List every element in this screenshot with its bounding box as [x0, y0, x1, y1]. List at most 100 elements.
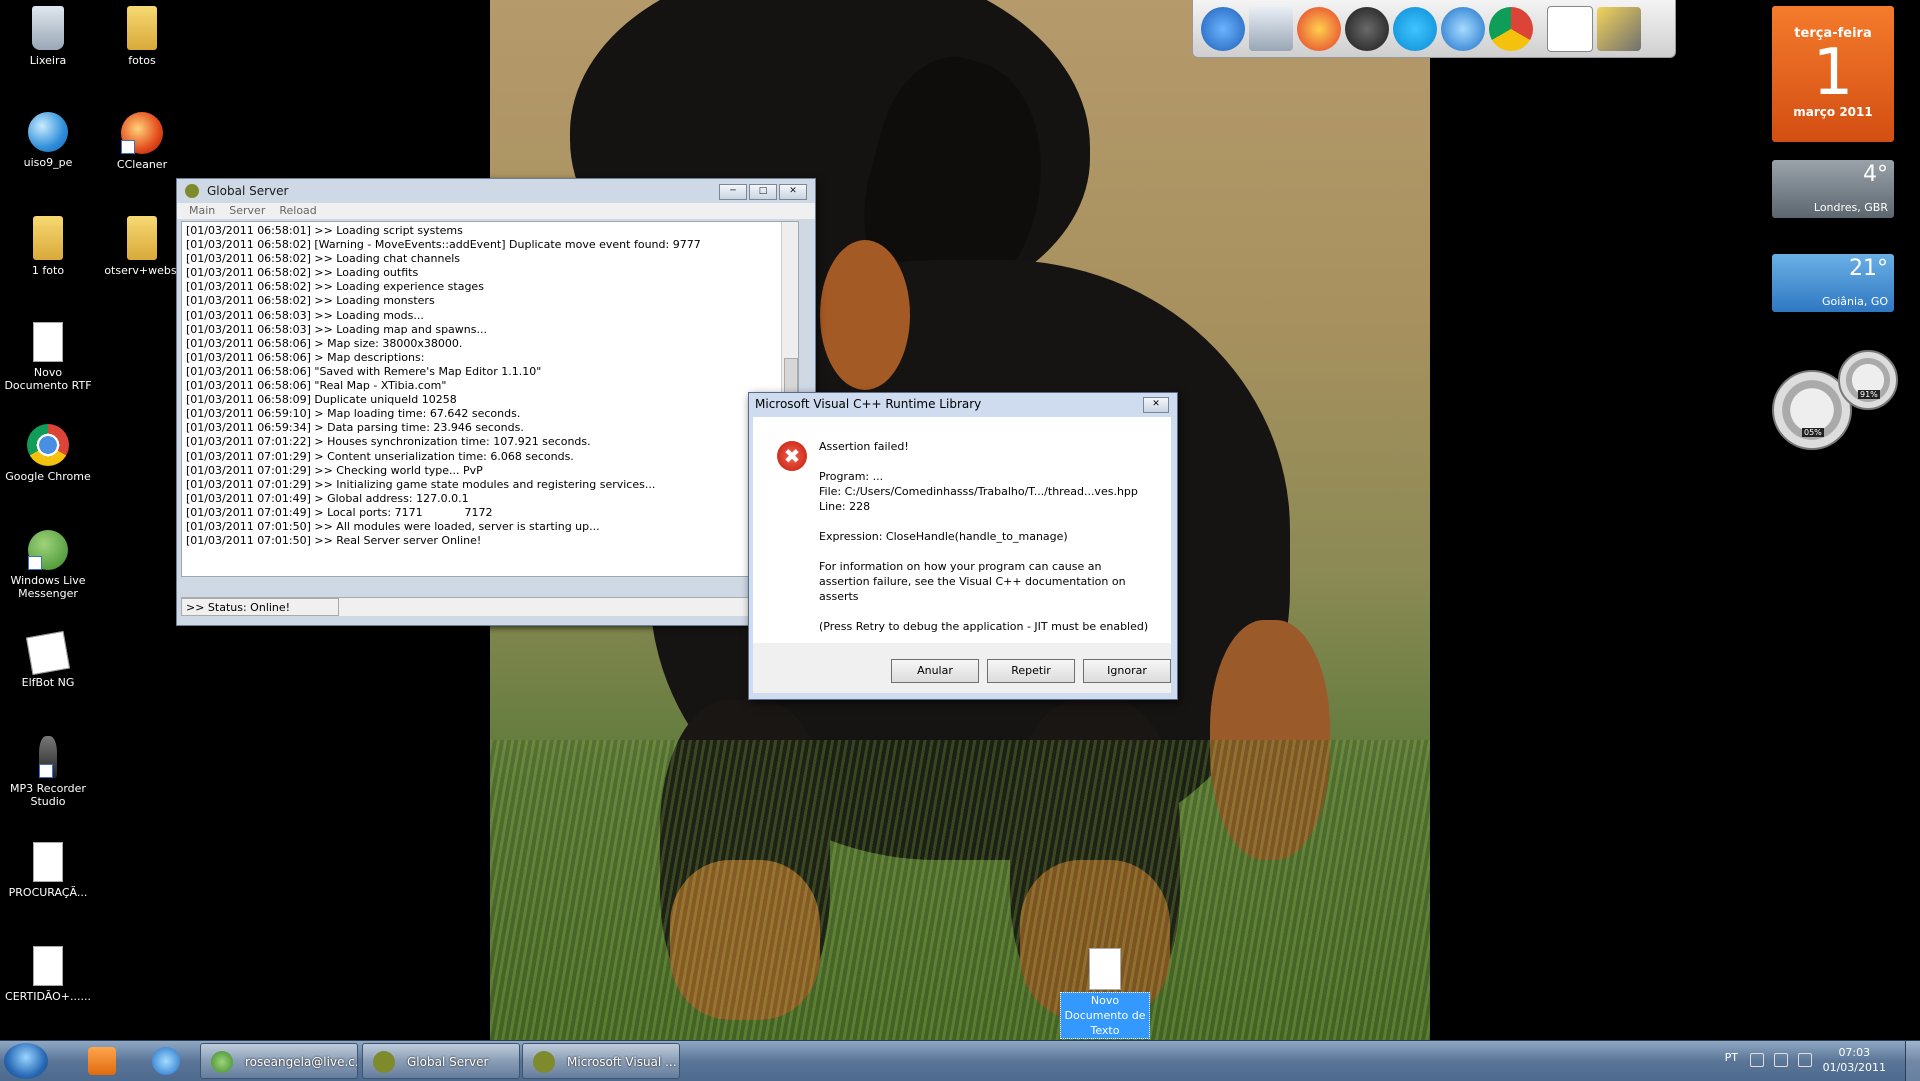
shortcut-arrow-icon — [121, 140, 135, 154]
contacts-icon[interactable] — [1345, 6, 1389, 51]
clock-time: 07:03 — [1838, 1046, 1871, 1059]
desktop-icon-recycle-bin[interactable]: Lixeira — [2, 6, 94, 67]
desktop-icon-procuracao[interactable]: PROCURAÇÃ... — [2, 842, 94, 899]
assertion-expression: Expression: CloseHandle(handle_to_manage… — [819, 530, 1068, 543]
show-desktop-button[interactable] — [1905, 1041, 1920, 1081]
folder-icon — [127, 216, 157, 260]
global-server-window[interactable]: Global Server ─ □ ✕ Main Server Reload [… — [176, 178, 816, 626]
recycle-bin-icon — [32, 6, 64, 50]
assertion-program: Program: ... — [819, 470, 884, 483]
desktop-icon-label: 1 foto — [31, 264, 65, 277]
status-bar: >> Status: Online! — [181, 597, 797, 616]
desktop-icon-label: CERTIDÃO+...... — [5, 990, 91, 1003]
messenger-icon — [28, 530, 68, 570]
weather-city: Goiânia, GO — [1822, 295, 1888, 308]
desktop-icon-label: PROCURAÇÃ... — [8, 886, 88, 899]
desktop-icon-mp3-recorder[interactable]: MP3 Recorder Studio — [2, 736, 94, 808]
server-log-text: [01/03/2011 06:58:01] >> Loading script … — [186, 224, 701, 548]
recycle-bin-icon[interactable] — [1249, 6, 1293, 51]
desktop-icon-chrome[interactable]: Google Chrome — [2, 424, 94, 483]
dialog-close-button[interactable]: ✕ — [1143, 397, 1169, 413]
desktop-icon-label: otserv+websi — [104, 264, 180, 277]
retry-button[interactable]: Repetir — [987, 659, 1075, 683]
chrome-icon — [27, 424, 69, 466]
language-indicator[interactable]: PT — [1725, 1051, 1738, 1064]
desktop-icon-label: Lixeira — [29, 54, 67, 67]
start-button[interactable] — [4, 1043, 48, 1079]
taskbar: roseangela@live.c... Global Server Micro… — [0, 1040, 1920, 1081]
desktop-icon-novo-rtf[interactable]: Novo Documento RTF — [2, 322, 94, 392]
elfbot-icon[interactable] — [1547, 5, 1593, 52]
elfbot-icon — [25, 630, 71, 676]
weather-city: Londres, GBR — [1813, 201, 1888, 214]
desktop-icon-certidao[interactable]: CERTIDÃO+...... — [2, 946, 94, 1003]
memory-value: 91% — [1858, 390, 1880, 399]
dialog-title: Microsoft Visual C++ Runtime Library — [755, 397, 982, 411]
desktop-icon-messenger[interactable]: Windows Live Messenger — [2, 530, 94, 600]
close-button[interactable]: ✕ — [779, 184, 807, 200]
maximize-button[interactable]: □ — [749, 184, 777, 200]
ignore-button[interactable]: Ignorar — [1083, 659, 1171, 683]
menu-server[interactable]: Server — [229, 203, 265, 219]
taskbar-button-messenger[interactable]: roseangela@live.c... — [200, 1043, 358, 1079]
desktop-icon-label: Novo Documento RTF — [4, 366, 92, 392]
desktop-icon-label: CCleaner — [116, 158, 168, 171]
taskbar-button-visual-cpp[interactable]: Microsoft Visual ... — [522, 1043, 680, 1079]
desktop-icon-uiso[interactable]: uiso9_pe — [2, 112, 94, 169]
wallpaper-grass — [490, 740, 1430, 1040]
ccleaner-icon — [121, 112, 163, 154]
desktop-icon-novo-documento-texto[interactable]: Novo Documento de Texto — [1060, 948, 1150, 1039]
volume-icon[interactable] — [1798, 1053, 1812, 1067]
weather-gadget-london[interactable]: 4° Londres, GBR — [1772, 160, 1894, 218]
media-player-icon[interactable] — [88, 1047, 116, 1075]
messenger-icon — [211, 1051, 233, 1073]
tools-icon[interactable] — [1597, 6, 1641, 51]
assertion-file: File: C:/Users/Comedinhasss/Trabalho/T..… — [819, 485, 1138, 498]
desktop-icon-elfbot[interactable]: ElfBot NG — [2, 630, 94, 689]
internet-explorer-icon[interactable] — [1441, 6, 1485, 51]
desktop-icon-label: Novo Documento de Texto — [1060, 992, 1150, 1039]
memory-gauge: 91% — [1838, 350, 1898, 410]
tray-icons — [1750, 1053, 1812, 1067]
desktop-icon-1-foto[interactable]: 1 foto — [2, 216, 94, 277]
desktop-icon-fotos[interactable]: fotos — [96, 6, 188, 67]
status-text: >> Status: Online! — [181, 598, 339, 616]
internet-explorer-icon[interactable] — [152, 1047, 180, 1075]
turtle-app-icon — [533, 1051, 555, 1073]
error-icon: ✖ — [777, 441, 807, 471]
microphone-icon — [39, 736, 57, 778]
weather-gadget-goiania[interactable]: 21° Goiânia, GO — [1772, 254, 1894, 312]
server-log[interactable]: [01/03/2011 06:58:01] >> Loading script … — [181, 221, 799, 577]
folder-icon — [127, 6, 157, 50]
chrome-icon[interactable] — [1489, 6, 1533, 51]
abort-button[interactable]: Anular — [891, 659, 979, 683]
assertion-dialog[interactable]: Microsoft Visual C++ Runtime Library ✕ ✖… — [748, 392, 1178, 700]
desktop-icon-ccleaner[interactable]: CCleaner — [96, 112, 188, 171]
clock[interactable]: 07:03 01/03/2011 — [1823, 1045, 1886, 1075]
calendar-day: 1 — [1812, 36, 1854, 110]
quicktime-icon[interactable] — [1201, 6, 1245, 51]
calendar-gadget[interactable]: terça-feira 1 março 2011 — [1772, 6, 1894, 142]
desktop-icon-label: uiso9_pe — [23, 156, 73, 169]
taskbar-button-label: Global Server — [407, 1055, 489, 1069]
window-titlebar[interactable]: Global Server ─ □ ✕ — [177, 179, 815, 203]
taskbar-button-global-server[interactable]: Global Server — [362, 1043, 520, 1079]
menu-main[interactable]: Main — [189, 203, 215, 219]
network-icon[interactable] — [1774, 1053, 1788, 1067]
cpu-meter-gadget[interactable]: 05% 91% — [1772, 350, 1898, 450]
turtle-app-icon — [373, 1051, 395, 1073]
assertion-retry-note: (Press Retry to debug the application - … — [819, 620, 1149, 633]
docx-icon — [33, 842, 63, 882]
globe-icon — [28, 112, 68, 152]
skype-icon[interactable] — [1393, 6, 1437, 51]
weather-temperature: 21° — [1849, 256, 1888, 281]
menu-bar: Main Server Reload — [177, 203, 815, 219]
desktop-icon-otserv[interactable]: otserv+websi — [96, 216, 188, 277]
tray-arrow-icon[interactable] — [1750, 1053, 1764, 1067]
minimize-button[interactable]: ─ — [719, 184, 747, 200]
quick-launch-dock — [1192, 0, 1676, 58]
menu-reload[interactable]: Reload — [279, 203, 316, 219]
desktop-icon-label: fotos — [128, 54, 156, 67]
people-icon[interactable] — [1297, 6, 1341, 51]
text-document-icon — [1089, 948, 1121, 990]
